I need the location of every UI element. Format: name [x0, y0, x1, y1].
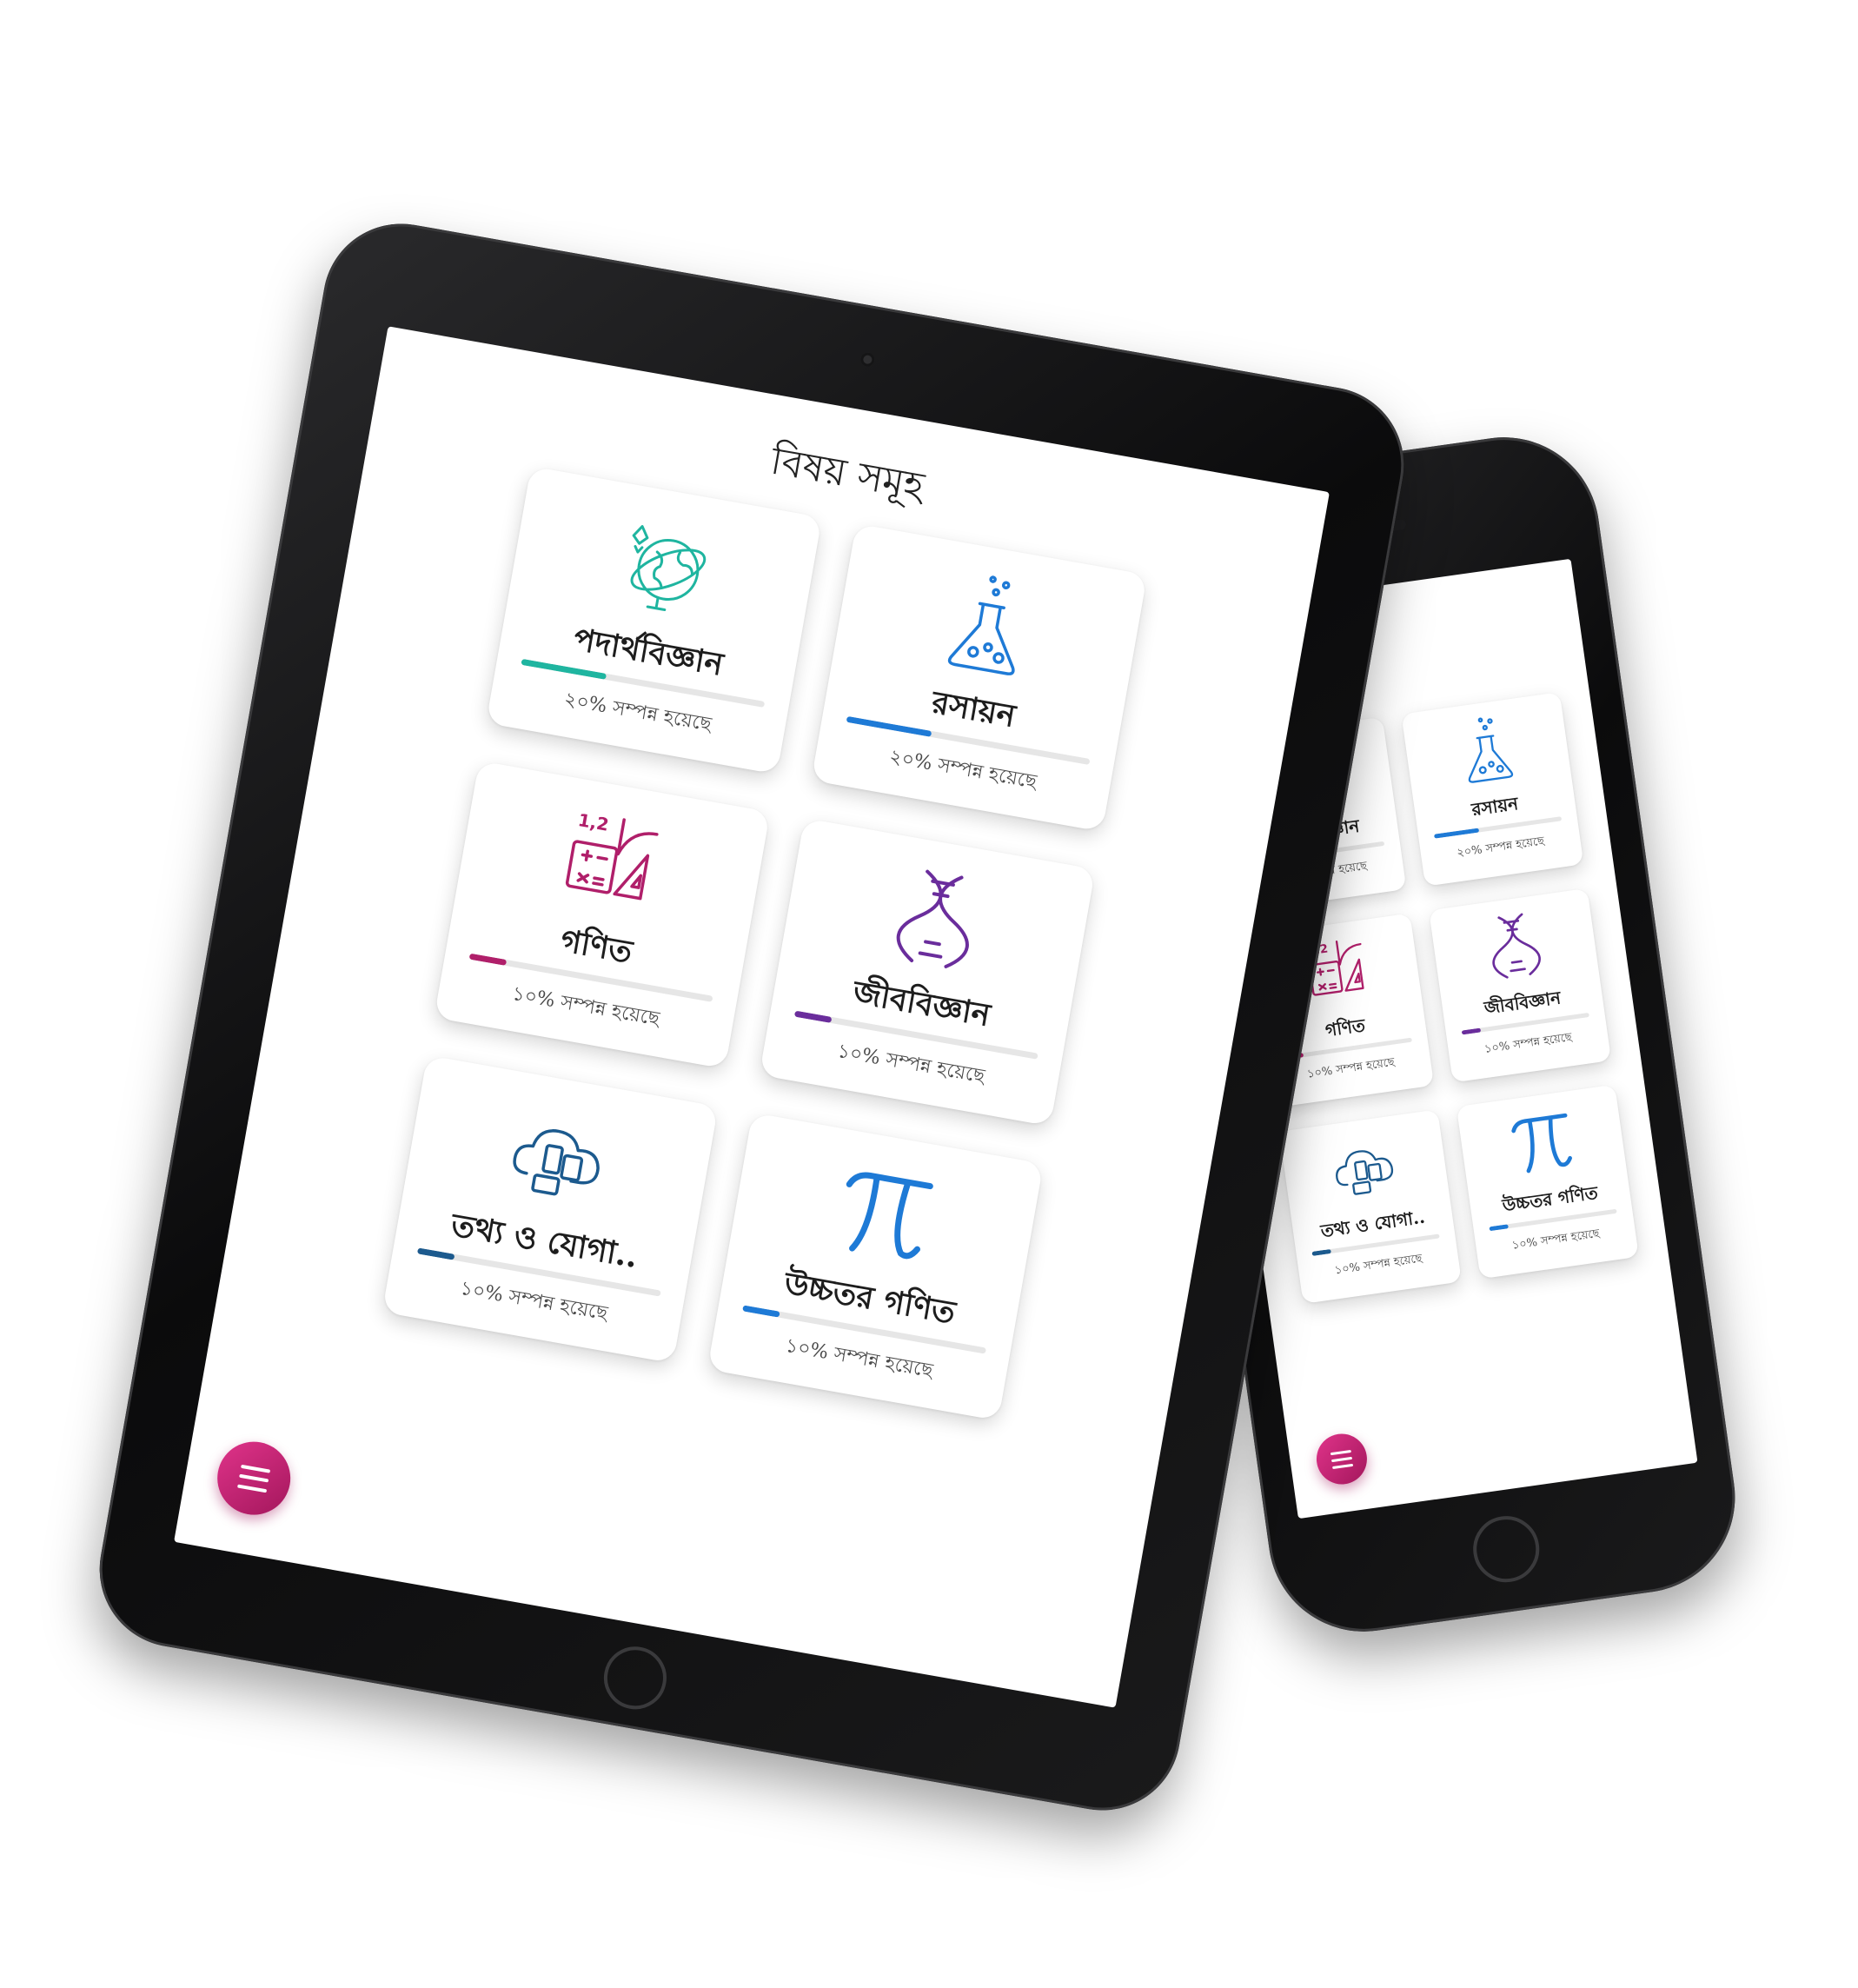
subject-card[interactable]: উচ্চতর গণিত ১০% সম্পন্ন হয়েছে [707, 1112, 1044, 1421]
flask-icon [1448, 710, 1526, 788]
pi-icon [1503, 1103, 1581, 1181]
menu-button[interactable] [211, 1435, 296, 1521]
progress-fill [1311, 1248, 1332, 1256]
subject-card[interactable]: জীববিজ্ঞান ১০% সম্পন্ন হয়েছে [759, 818, 1096, 1127]
subject-card[interactable]: তথ্য ও যোগা.. ১০% সম্পন্ন হয়েছে [1278, 1109, 1462, 1304]
calculator-ruler-icon: 1,2 [551, 801, 672, 922]
tablet-device: বিষয় সমূহ পদার্থবিজ্ঞান ২০% সম্পন্ন হয়ে… [87, 211, 1417, 1823]
cloud-devices-icon [1325, 1127, 1403, 1206]
hamburger-menu-icon [241, 1464, 271, 1473]
hamburger-menu-icon-bar [239, 1474, 269, 1483]
hamburger-menu-icon-bar [1331, 1456, 1352, 1462]
globe-rocket-icon [603, 507, 724, 628]
subject-card[interactable]: 1,2 গণিত১০% সম্পন্ন হয়েছে [434, 761, 771, 1069]
subject-grid: পদার্থবিজ্ঞান২০% সম্পন্ন হয়েছে রসায়ন২০… [382, 466, 1148, 1421]
subject-card[interactable]: উচ্চতর গণিত ১০% সম্পন্ন হয়েছে [1456, 1084, 1639, 1280]
tablet-home-button[interactable] [599, 1641, 672, 1714]
progress-fill [1461, 1027, 1482, 1035]
hamburger-menu-icon-bar [237, 1484, 267, 1493]
tablet-screen: বিষয় সমূহ পদার্থবিজ্ঞান ২০% সম্পন্ন হয়ে… [174, 326, 1330, 1708]
pi-icon [825, 1154, 946, 1274]
subject-card[interactable]: রসায়ন ২০% সম্পন্ন হয়েছে [1401, 692, 1584, 887]
menu-button[interactable] [1313, 1430, 1370, 1488]
subject-card[interactable]: তথ্য ও যোগা.. ১০% সম্পন্ন হয়েছে [382, 1054, 719, 1364]
phone-home-button[interactable] [1469, 1512, 1544, 1587]
subject-card[interactable]: রসায়ন ২০% সম্পন্ন হয়েছে [811, 523, 1148, 832]
progress-fill [1489, 1224, 1510, 1232]
device-mockup-scene: বিষয় সমূহ পদার্থবিজ্ঞান২০% সম্পন্ন হয়ে… [0, 0, 1858, 1988]
cloud-devices-icon [499, 1096, 620, 1217]
hamburger-menu-icon-bar [1332, 1463, 1353, 1469]
dna-icon [876, 859, 997, 980]
svg-text:1,2: 1,2 [576, 809, 610, 835]
subject-card[interactable]: পদার্থবিজ্ঞান২০% সম্পন্ন হয়েছে [486, 466, 823, 775]
hamburger-menu-icon [1330, 1449, 1351, 1455]
flask-icon [928, 564, 1049, 685]
subject-card[interactable]: জীববিজ্ঞান ১০% সম্পন্ন হয়েছে [1429, 888, 1612, 1083]
tablet-camera [859, 351, 876, 368]
dna-icon [1476, 907, 1554, 985]
